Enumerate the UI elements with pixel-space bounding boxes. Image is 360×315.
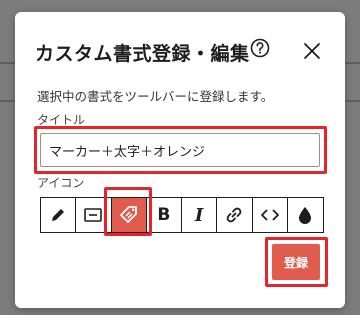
- icon-option-code[interactable]: [252, 198, 288, 232]
- icon-option-bold[interactable]: B: [146, 198, 182, 232]
- register-button[interactable]: 登録: [272, 244, 320, 280]
- dialog-title: カスタム書式登録・編集: [35, 43, 250, 65]
- marker-box-icon: [84, 208, 103, 222]
- icon-option-italic[interactable]: I: [182, 198, 218, 232]
- bold-icon: B: [157, 205, 171, 225]
- tag-icon: [119, 206, 137, 223]
- custom-format-dialog: カスタム書式登録・編集 選択中の書式をツールバーに登録します。 タイトル アイコ…: [15, 12, 345, 308]
- dialog-description: 選択中の書式をツールバーに登録します。: [37, 89, 274, 104]
- icon-option-pencil[interactable]: [41, 198, 77, 232]
- icon-option-tag[interactable]: [111, 198, 147, 232]
- drop-icon: [299, 207, 312, 224]
- icon-option-drop[interactable]: [287, 198, 323, 232]
- icon-picker: B I: [40, 197, 324, 233]
- icon-option-link[interactable]: [217, 198, 253, 232]
- icon-label: アイコン: [37, 176, 85, 190]
- close-icon: [304, 43, 320, 59]
- title-input[interactable]: [40, 133, 320, 167]
- code-icon: [260, 209, 279, 221]
- close-button[interactable]: [300, 39, 324, 63]
- link-icon: [227, 207, 242, 223]
- italic-icon: I: [194, 204, 204, 226]
- pencil-icon: [52, 209, 65, 221]
- help-circle-icon[interactable]: [250, 38, 270, 58]
- title-label: タイトル: [37, 113, 86, 127]
- icon-option-marker-box[interactable]: [76, 198, 112, 232]
